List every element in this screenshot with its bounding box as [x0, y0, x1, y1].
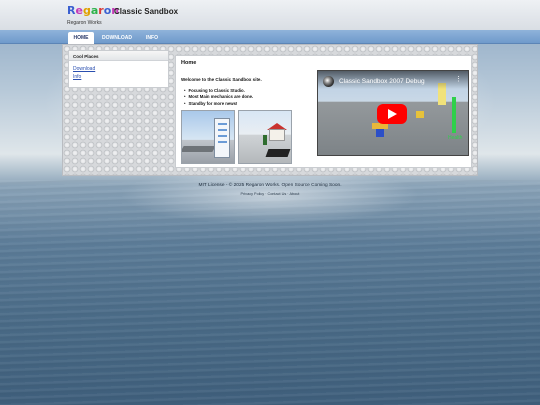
logo-letter: g — [82, 4, 91, 17]
screenshot-studio[interactable] — [181, 110, 235, 164]
main-card: Cool Places Download Info Home Welcome t… — [62, 44, 478, 176]
play-button-icon[interactable] — [377, 104, 407, 124]
spawn-pad — [265, 149, 291, 157]
health-bar — [452, 97, 456, 133]
list-item: Standby for more news! — [184, 101, 253, 107]
footer-links: Privacy Policy·Contact Us·About — [0, 192, 540, 196]
road-shape — [182, 146, 216, 152]
footer-license: MIT License - © 2025 Regaron Works. Open… — [198, 183, 342, 188]
regaron-logo[interactable]: Regaron — [67, 4, 119, 20]
list-item: Most Main mechanics are done. — [184, 94, 254, 100]
sidebar-panel: Cool Places Download Info — [68, 50, 169, 88]
welcome-text: Welcome to the Classic Sandbox site. — [181, 77, 262, 82]
panel-row — [218, 123, 227, 125]
scene-block — [416, 111, 424, 118]
panel-row — [218, 141, 227, 143]
nav-info[interactable]: INFO — [141, 32, 163, 44]
site-title: Classic Sandbox — [114, 7, 179, 16]
company-name: Regaron Works — [67, 20, 102, 26]
panel-row — [218, 129, 227, 131]
panel-row — [218, 135, 227, 137]
footer-link-privacy[interactable]: Privacy Policy — [241, 192, 265, 196]
channel-avatar-icon[interactable] — [323, 76, 334, 87]
news-list: Focusing to Classic Studio. Most Main me… — [184, 88, 254, 107]
studio-panel — [214, 118, 230, 158]
nav-home[interactable]: HOME — [68, 32, 94, 44]
sidebar-heading: Cool Places — [69, 51, 168, 61]
footer-link-about[interactable]: About — [290, 192, 300, 196]
sidebar-link-info[interactable]: Info — [69, 73, 168, 81]
player-figure — [263, 135, 267, 145]
health-label: Health — [448, 135, 463, 141]
screenshot-gameplay[interactable] — [238, 110, 292, 164]
site-header: Regaron Regaron Works Classic Sandbox — [0, 0, 540, 30]
footer-link-contact[interactable]: Contact Us — [267, 192, 286, 196]
main-nav: HOME DOWNLOAD INFO — [0, 30, 540, 44]
logo-letter: e — [75, 4, 83, 17]
scene-character — [372, 123, 388, 137]
video-title[interactable]: Classic Sandbox 2007 Debug — [339, 78, 425, 85]
more-options-icon[interactable]: ⋮ — [455, 76, 462, 83]
sidebar-link-download[interactable]: Download — [69, 65, 168, 73]
video-embed[interactable]: Health Classic Sandbox 2007 Debug ⋮ — [317, 70, 469, 156]
page-title: Home — [181, 60, 197, 66]
house-shape — [269, 129, 285, 141]
content-panel: Home Welcome to the Classic Sandbox site… — [175, 55, 472, 168]
nav-download[interactable]: DOWNLOAD — [97, 32, 137, 44]
